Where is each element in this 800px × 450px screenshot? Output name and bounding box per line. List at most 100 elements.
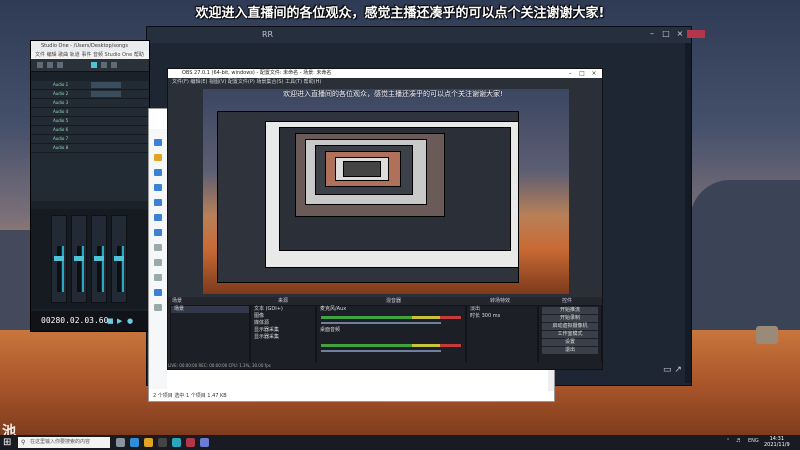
daw-track[interactable]: Audio 4 <box>31 108 149 117</box>
obs-title: OBS 27.0.1 (64-bit, windows) - 配置文件: 未命名… <box>182 70 332 76</box>
source-item[interactable]: 显示器采集 <box>251 327 315 334</box>
background-window-titlebar[interactable]: RR – □ × <box>147 27 705 43</box>
daw-tool-icon[interactable] <box>37 62 43 68</box>
maximize-icon[interactable]: □ <box>661 30 671 38</box>
mixer-channel[interactable] <box>91 215 107 303</box>
app-icon[interactable] <box>200 438 209 447</box>
studio-mode-button[interactable]: 工作室模式 <box>542 331 598 338</box>
daw-tool-icon[interactable] <box>101 62 107 68</box>
record-icon[interactable]: ● <box>127 317 133 325</box>
daw-tool-icon[interactable] <box>47 62 53 68</box>
daw-track[interactable]: Audio 6 <box>31 126 149 135</box>
onedrive-icon[interactable] <box>154 214 162 221</box>
exit-button[interactable]: 退出 <box>542 347 598 354</box>
close-icon[interactable]: × <box>675 30 685 38</box>
mixer-channel[interactable] <box>51 215 67 303</box>
daw-menubar[interactable]: 文件 编辑 歌曲 轨道 事件 音频 Studio One 帮助 <box>31 51 149 59</box>
daw-title: Studio One - /Users/Desktop/songs <box>41 43 128 49</box>
folder-icon[interactable] <box>154 139 162 146</box>
folder-icon[interactable] <box>154 199 162 206</box>
explorer-icon[interactable] <box>144 438 153 447</box>
taskbar-clock[interactable]: 14:31 2021/11/9 <box>764 436 790 448</box>
windows-start-icon[interactable]: ⊞ <box>3 437 14 448</box>
daw-track-list: Audio 1 Audio 2 Audio 3 Audio 4 Audio 5 … <box>31 81 149 201</box>
obs-titlebar[interactable]: OBS 27.0.1 (64-bit, windows) - 配置文件: 未命名… <box>168 69 602 78</box>
volume-icon[interactable]: ♬ <box>736 438 740 444</box>
transition-duration[interactable]: 时长 300 ms <box>467 313 537 320</box>
fader-knob[interactable] <box>94 256 104 261</box>
settings-button[interactable]: 设置 <box>542 339 598 346</box>
source-item[interactable]: 图像 <box>251 313 315 320</box>
background-window-scrollbar[interactable] <box>685 43 691 383</box>
virtual-camera-button[interactable]: 启动虚拟摄像机 <box>542 323 598 330</box>
transition-select[interactable]: 淡出 <box>467 306 537 313</box>
taskview-icon[interactable] <box>116 438 125 447</box>
app-badge-icon <box>687 30 705 38</box>
input-language[interactable]: ENG <box>748 438 759 444</box>
drive-icon[interactable] <box>154 244 162 251</box>
obs-preview-canvas[interactable]: 欢迎进入直播间的各位观众，感觉主播还凑乎的可以点个关注谢谢大家! <box>203 89 569 294</box>
daw-transport-bar: 00280.02.03.60 ■ ▶ ● <box>31 311 149 331</box>
tray-chevron-icon[interactable]: ⌃ <box>726 438 730 444</box>
cursor-tool-icon[interactable] <box>91 62 97 68</box>
volume-slider[interactable] <box>321 322 441 324</box>
start-streaming-button[interactable]: 开始推流 <box>542 307 598 314</box>
taskbar-search-input[interactable]: ⚲ 在这里输入你要搜索的内容 <box>18 437 110 448</box>
wallpaper-cliff <box>690 180 800 330</box>
source-item[interactable]: 显示器采集 <box>251 334 315 341</box>
daw-titlebar[interactable]: Studio One - /Users/Desktop/songs <box>31 41 149 51</box>
start-recording-button[interactable]: 开始录制 <box>542 315 598 322</box>
source-item[interactable]: 媒体源 <box>251 320 315 327</box>
obs-dock-panels: 场景 来源 混音器 转场特效 控件 场景 文本 (GDI+) 图像 媒体源 显示… <box>168 297 602 369</box>
folder-icon[interactable] <box>154 184 162 191</box>
daw-track[interactable]: Audio 8 <box>31 144 149 153</box>
drive-icon[interactable] <box>154 304 162 311</box>
daw-icon[interactable] <box>172 438 181 447</box>
folder-icon[interactable] <box>154 154 162 161</box>
search-placeholder: 在这里输入你要搜索的内容 <box>30 439 91 445</box>
folder-icon[interactable] <box>154 169 162 176</box>
volume-slider[interactable] <box>321 350 441 352</box>
drive-icon[interactable] <box>154 259 162 266</box>
daw-time-display: 00280.02.03.60 <box>41 316 109 325</box>
obs-icon[interactable] <box>158 438 167 447</box>
mixer-channel[interactable] <box>71 215 87 303</box>
play-icon[interactable]: ▶ <box>117 317 122 325</box>
fader-knob[interactable] <box>114 256 124 261</box>
daw-tool-icon[interactable] <box>111 62 117 68</box>
preview-banner-text: 欢迎进入直播间的各位观众，感觉主播还凑乎的可以点个关注谢谢大家! <box>283 90 503 98</box>
mixer-channel[interactable] <box>111 215 127 303</box>
stop-icon[interactable]: ■ <box>107 317 114 325</box>
fader-knob[interactable] <box>54 256 64 261</box>
minimize-icon[interactable]: – <box>647 30 657 38</box>
obs-window[interactable]: OBS 27.0.1 (64-bit, windows) - 配置文件: 未命名… <box>167 68 603 370</box>
transitions-header: 转场特效 <box>490 298 511 304</box>
stream-banner-text: 欢迎进入直播间的各位观众，感觉主播还凑乎的可以点个关注谢谢大家! <box>195 6 605 21</box>
mixer-track-label: 麦克风/Aux <box>320 306 347 312</box>
source-item[interactable]: 文本 (GDI+) <box>251 306 315 313</box>
daw-track[interactable]: Audio 3 <box>31 99 149 108</box>
audio-meter <box>321 316 461 319</box>
fullscreen-icon[interactable]: ▭ ↗ <box>663 365 687 377</box>
close-icon[interactable]: × <box>588 69 600 78</box>
edge-icon[interactable] <box>130 438 139 447</box>
daw-track[interactable]: Audio 7 <box>31 135 149 144</box>
scene-item[interactable]: 场景 <box>171 306 249 313</box>
obs-menubar[interactable]: 文件(F) 编辑(E) 视图(V) 配置文件(P) 场景集合(S) 工具(T) … <box>168 78 602 86</box>
drive-icon[interactable] <box>154 274 162 281</box>
app-icon[interactable] <box>186 438 195 447</box>
network-icon[interactable] <box>154 289 162 296</box>
daw-track[interactable]: Audio 2 <box>31 90 149 99</box>
search-icon: ⚲ <box>21 439 26 446</box>
minimize-icon[interactable]: – <box>564 69 576 78</box>
controls-panel: 开始推流 开始录制 启动虚拟摄像机 工作室模式 设置 退出 <box>538 305 602 363</box>
pc-icon[interactable] <box>154 229 162 236</box>
daw-tool-icon[interactable] <box>57 62 63 68</box>
daw-track[interactable]: Audio 1 <box>31 81 149 90</box>
daw-track[interactable]: Audio 5 <box>31 117 149 126</box>
daw-window[interactable]: Studio One - /Users/Desktop/songs 文件 编辑 … <box>30 40 150 332</box>
fader-knob[interactable] <box>74 256 84 261</box>
maximize-icon[interactable]: □ <box>576 69 588 78</box>
audio-mixer-panel: 麦克风/Aux 桌面音频 <box>316 305 466 363</box>
scenes-panel: 场景 <box>170 305 250 363</box>
